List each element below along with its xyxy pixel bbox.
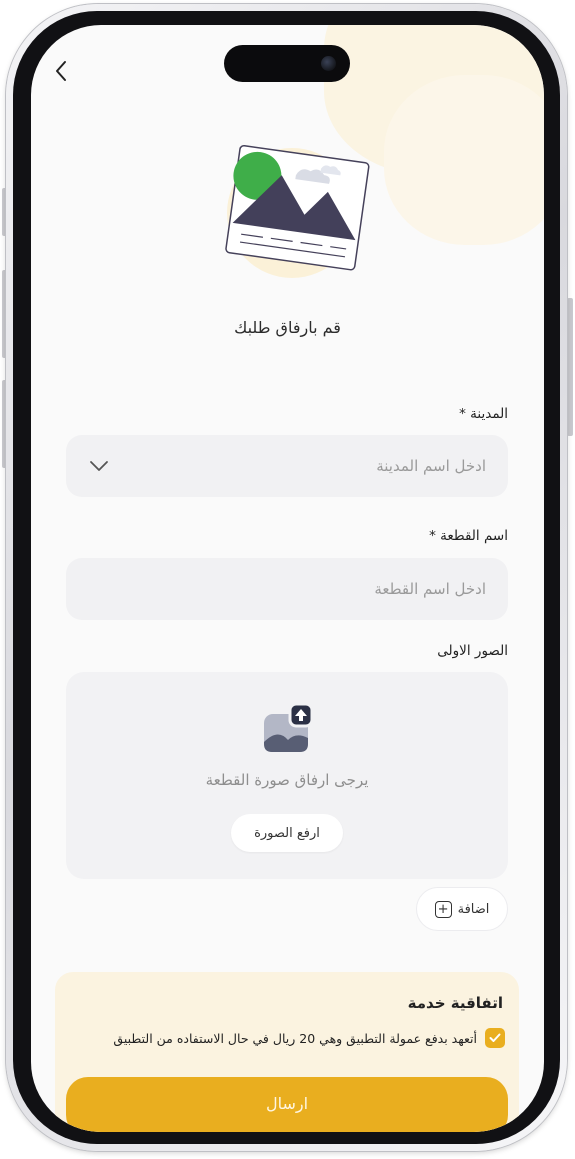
chevron-left-icon (56, 61, 66, 81)
images-label: الصور الاولى (437, 643, 508, 659)
add-button[interactable]: اضافة + (416, 887, 508, 931)
part-name-placeholder: ادخل اسم القطعة (374, 580, 486, 598)
checkmark-icon (489, 1033, 501, 1042)
city-select[interactable]: ادخل اسم المدينة (66, 435, 508, 497)
agreement-checkbox[interactable] (485, 1028, 505, 1048)
upload-image-button[interactable]: ارفع الصورة (231, 814, 343, 852)
chevron-down-icon (88, 455, 110, 477)
part-name-input[interactable]: ادخل اسم القطعة (66, 558, 508, 620)
app-screen: قم بارفاق طلبك المدينة * ادخل اسم المدين… (31, 25, 544, 1132)
back-button[interactable] (47, 57, 75, 85)
upload-hint: يرجى ارفاق صورة القطعة (205, 771, 369, 789)
agreement-title: اتفاقية خدمة (407, 994, 503, 1012)
part-name-label: اسم القطعة * (429, 528, 508, 544)
add-label: اضافة (457, 901, 490, 917)
background-decoration (384, 75, 544, 245)
image-upload-area[interactable]: يرجى ارفاق صورة القطعة ارفع الصورة (66, 672, 508, 879)
agreement-row: أتعهد بدفع عمولة التطبيق وهي 20 ريال في … (113, 1028, 505, 1048)
submit-button[interactable]: ارسال (66, 1077, 508, 1132)
agreement-text: أتعهد بدفع عمولة التطبيق وهي 20 ريال في … (113, 1030, 477, 1046)
power-button (567, 298, 573, 436)
phone-mockup: قم بارفاق طلبك المدينة * ادخل اسم المدين… (0, 0, 575, 1159)
city-label: المدينة * (459, 406, 508, 422)
front-camera (321, 56, 336, 71)
city-placeholder: ادخل اسم المدينة (376, 457, 486, 475)
image-placeholder-illustration (225, 144, 370, 278)
page-title: قم بارفاق طلبك (234, 318, 341, 337)
plus-box-icon: + (434, 900, 452, 918)
dynamic-island (224, 45, 350, 82)
image-upload-icon (264, 702, 314, 752)
